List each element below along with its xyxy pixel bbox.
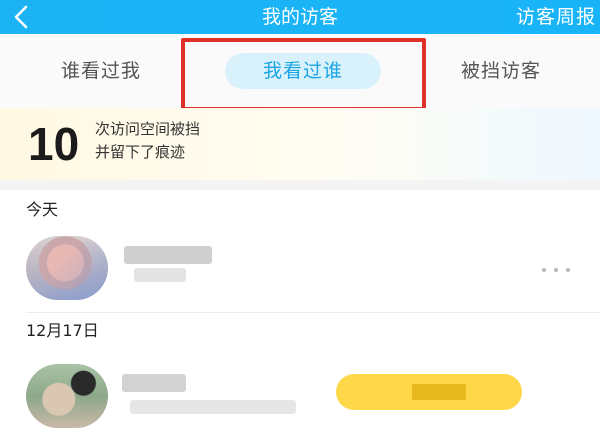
blocked-summary-banner: 10 次访问空间被挡 并留下了痕迹 <box>0 108 600 180</box>
more-dot-icon <box>554 268 558 272</box>
blurred-detail <box>130 400 296 414</box>
top-navigation-bar: 我的访客 访客周报 <box>0 0 600 34</box>
avatar[interactable] <box>26 364 108 428</box>
summary-line-1: 次访问空间被挡 <box>95 120 201 138</box>
blurred-name <box>122 374 186 392</box>
divider <box>26 312 600 313</box>
more-options-button[interactable] <box>540 262 572 278</box>
blurred-name <box>124 246 212 264</box>
tab-visited-me[interactable]: 谁看过我 <box>40 53 162 89</box>
blurred-detail <box>134 268 186 282</box>
more-dot-icon <box>542 268 546 272</box>
blocked-count: 10 <box>28 118 80 170</box>
yellow-badge[interactable] <box>336 374 522 410</box>
more-dot-icon <box>566 268 570 272</box>
weekly-report-button[interactable]: 访客周报 <box>516 4 596 30</box>
badge-blurred-text <box>412 384 466 400</box>
section-separator <box>0 180 600 190</box>
blocked-summary-text: 次访问空间被挡 并留下了痕迹 <box>95 118 200 164</box>
summary-line-2: 并留下了痕迹 <box>95 143 186 161</box>
back-button[interactable] <box>6 2 36 32</box>
avatar[interactable] <box>26 236 108 300</box>
chevron-left-icon <box>14 5 28 29</box>
page-title: 我的访客 <box>261 6 338 28</box>
section-title-today: 今天 <box>26 200 59 219</box>
tab-blocked-visitors[interactable]: 被挡访客 <box>440 53 562 89</box>
red-highlight-box <box>181 38 426 111</box>
section-title-date: 12月17日 <box>26 321 99 340</box>
